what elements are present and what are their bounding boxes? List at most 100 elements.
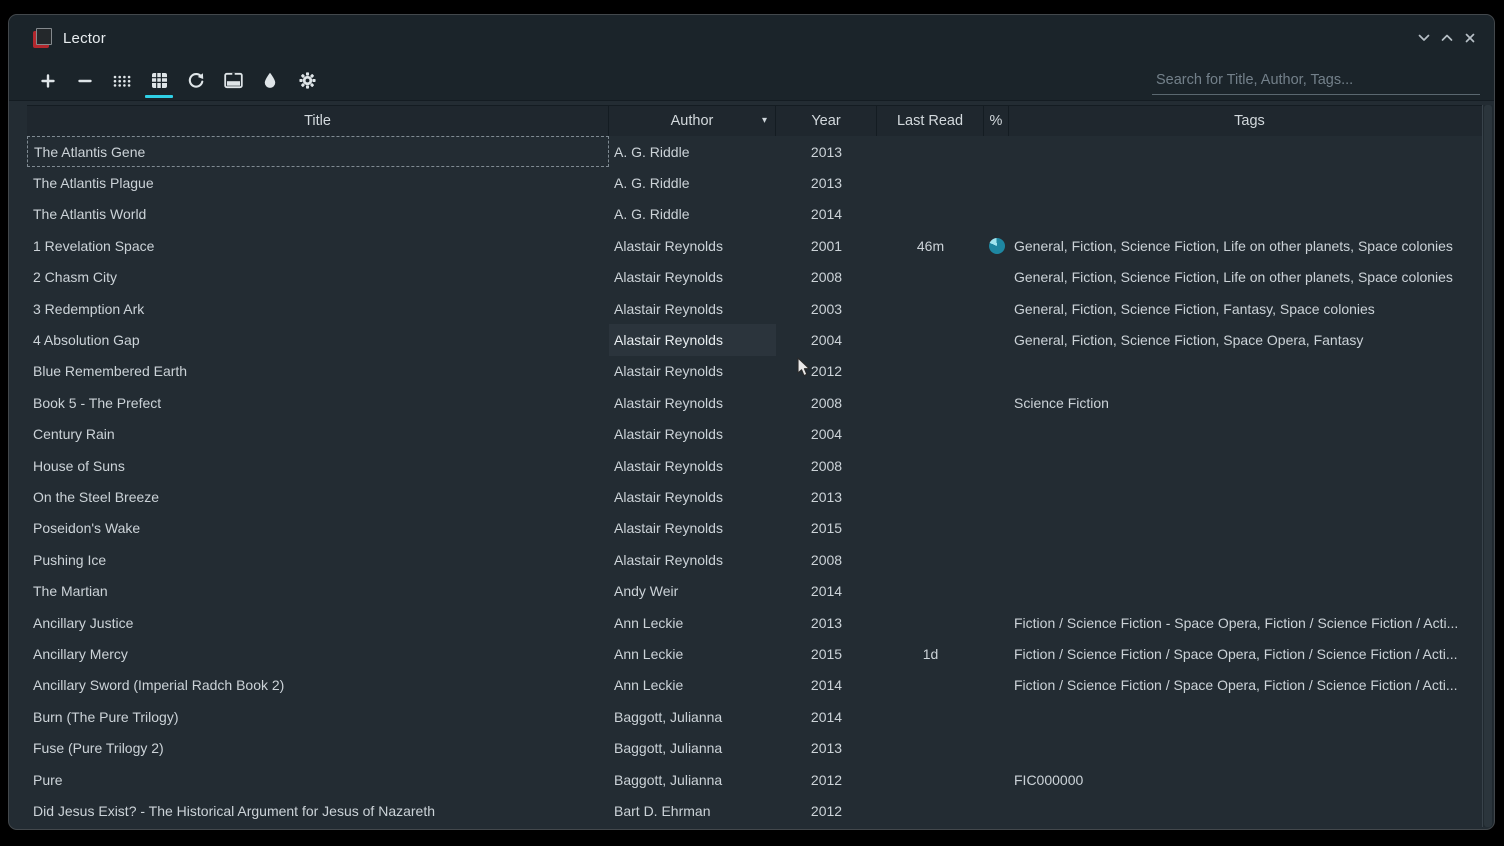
cell-author[interactable]: Ann Leckie	[609, 638, 776, 669]
cell-year[interactable]: 2013	[776, 732, 877, 763]
table-row[interactable]: PureBaggott, Julianna2012FIC000000	[27, 764, 1490, 795]
cell-author[interactable]: A. G. Riddle	[609, 136, 776, 167]
cell-progress[interactable]	[984, 670, 1009, 701]
cell-year[interactable]: 2014	[776, 575, 877, 606]
cell-last-read[interactable]	[877, 513, 984, 544]
cell-title[interactable]: The Atlantis World	[27, 199, 609, 230]
cell-year[interactable]: 2015	[776, 638, 877, 669]
cell-tags[interactable]: General, Fiction, Science Fiction, Space…	[1009, 324, 1490, 355]
cell-last-read[interactable]	[877, 544, 984, 575]
cell-tags[interactable]	[1009, 450, 1490, 481]
cell-title[interactable]: Ancillary Sword (Imperial Radch Book 2)	[27, 670, 609, 701]
cell-progress[interactable]	[984, 513, 1009, 544]
cell-author[interactable]: Alastair Reynolds	[609, 450, 776, 481]
cell-title[interactable]: 2 Chasm City	[27, 262, 609, 293]
cell-tags[interactable]	[1009, 795, 1490, 826]
column-header-year[interactable]: Year	[776, 106, 877, 136]
cell-author[interactable]: Alastair Reynolds	[609, 387, 776, 418]
cell-author[interactable]: Ann Leckie	[609, 670, 776, 701]
table-row[interactable]: Fuse (Pure Trilogy 2)Baggott, Julianna20…	[27, 732, 1490, 763]
table-row[interactable]: On the Steel BreezeAlastair Reynolds2013	[27, 481, 1490, 512]
cell-title[interactable]: On the Steel Breeze	[27, 481, 609, 512]
cell-progress[interactable]	[984, 732, 1009, 763]
table-row[interactable]: The MartianAndy Weir2014	[27, 575, 1490, 606]
cell-year[interactable]: 2013	[776, 136, 877, 167]
cell-author[interactable]: Alastair Reynolds	[609, 481, 776, 512]
cell-progress[interactable]	[984, 795, 1009, 826]
cell-author[interactable]: Baggott, Julianna	[609, 701, 776, 732]
table-row[interactable]: Ancillary Sword (Imperial Radch Book 2)A…	[27, 670, 1490, 701]
cell-progress[interactable]	[984, 293, 1009, 324]
cell-year[interactable]: 2015	[776, 513, 877, 544]
cell-progress[interactable]	[984, 481, 1009, 512]
column-header-last-read[interactable]: Last Read	[877, 106, 984, 136]
delete-book-button[interactable]	[70, 66, 100, 96]
cell-tags[interactable]	[1009, 575, 1490, 606]
close-button[interactable]	[1462, 30, 1478, 46]
cell-title[interactable]: The Atlantis Plague	[27, 167, 609, 198]
cell-progress[interactable]	[984, 764, 1009, 795]
cell-last-read[interactable]	[877, 387, 984, 418]
cell-tags[interactable]	[1009, 419, 1490, 450]
open-book-button[interactable]	[218, 66, 248, 96]
cell-progress[interactable]	[984, 356, 1009, 387]
cell-progress[interactable]	[984, 419, 1009, 450]
cell-last-read[interactable]	[877, 607, 984, 638]
table-row[interactable]: The Atlantis GeneA. G. Riddle2013	[27, 136, 1490, 167]
table-row[interactable]: Century RainAlastair Reynolds2004	[27, 419, 1490, 450]
cell-last-read[interactable]	[877, 732, 984, 763]
cell-tags[interactable]: General, Fiction, Science Fiction, Life …	[1009, 262, 1490, 293]
table-view-button[interactable]	[144, 66, 174, 96]
cell-title[interactable]: Blue Remembered Earth	[27, 356, 609, 387]
cell-title[interactable]: Ancillary Justice	[27, 607, 609, 638]
cell-author[interactable]: Alastair Reynolds	[609, 356, 776, 387]
cell-year[interactable]: 2004	[776, 419, 877, 450]
cell-author[interactable]: Baggott, Julianna	[609, 764, 776, 795]
scrollbar-thumb[interactable]	[1484, 105, 1492, 827]
cell-tags[interactable]	[1009, 199, 1490, 230]
cell-author[interactable]: Alastair Reynolds	[609, 293, 776, 324]
cell-tags[interactable]	[1009, 136, 1490, 167]
cell-title[interactable]: The Martian	[27, 575, 609, 606]
cell-progress[interactable]	[984, 199, 1009, 230]
cell-last-read[interactable]	[877, 356, 984, 387]
cell-last-read[interactable]	[877, 324, 984, 355]
cell-tags[interactable]: Fiction / Science Fiction / Space Opera,…	[1009, 670, 1490, 701]
cell-year[interactable]: 2014	[776, 701, 877, 732]
cell-progress[interactable]	[984, 701, 1009, 732]
table-row[interactable]: Poseidon's WakeAlastair Reynolds2015	[27, 513, 1490, 544]
table-row[interactable]: House of SunsAlastair Reynolds2008	[27, 450, 1490, 481]
cell-progress[interactable]	[984, 387, 1009, 418]
table-row[interactable]: Book 5 - The PrefectAlastair Reynolds200…	[27, 387, 1490, 418]
cell-last-read[interactable]	[877, 167, 984, 198]
column-header-percent[interactable]: %	[984, 106, 1009, 136]
cell-year[interactable]: 2013	[776, 167, 877, 198]
cell-tags[interactable]: Science Fiction	[1009, 387, 1490, 418]
cell-last-read[interactable]	[877, 795, 984, 826]
cell-year[interactable]: 2004	[776, 324, 877, 355]
cell-progress[interactable]	[984, 167, 1009, 198]
cell-progress[interactable]	[984, 575, 1009, 606]
cell-tags[interactable]: General, Fiction, Science Fiction, Fanta…	[1009, 293, 1490, 324]
cell-last-read[interactable]: 1d	[877, 638, 984, 669]
cell-title[interactable]: House of Suns	[27, 450, 609, 481]
cell-progress[interactable]	[984, 544, 1009, 575]
table-row[interactable]: The Atlantis WorldA. G. Riddle2014	[27, 199, 1490, 230]
cell-title[interactable]: Century Rain	[27, 419, 609, 450]
cell-title[interactable]: Ancillary Mercy	[27, 638, 609, 669]
cell-last-read[interactable]: 46m	[877, 230, 984, 261]
cell-tags[interactable]	[1009, 513, 1490, 544]
maximize-button[interactable]	[1439, 30, 1455, 46]
cell-author[interactable]: A. G. Riddle	[609, 199, 776, 230]
cell-tags[interactable]	[1009, 481, 1490, 512]
settings-button[interactable]	[292, 66, 322, 96]
cell-tags[interactable]: General, Fiction, Science Fiction, Life …	[1009, 230, 1490, 261]
cell-year[interactable]: 2001	[776, 230, 877, 261]
cell-title[interactable]: 1 Revelation Space	[27, 230, 609, 261]
cell-title[interactable]: Fuse (Pure Trilogy 2)	[27, 732, 609, 763]
shade-button[interactable]	[1416, 30, 1432, 46]
cell-year[interactable]: 2008	[776, 544, 877, 575]
cell-progress[interactable]	[984, 638, 1009, 669]
cell-title[interactable]: Did Jesus Exist? - The Historical Argume…	[27, 795, 609, 826]
cell-year[interactable]: 2014	[776, 670, 877, 701]
